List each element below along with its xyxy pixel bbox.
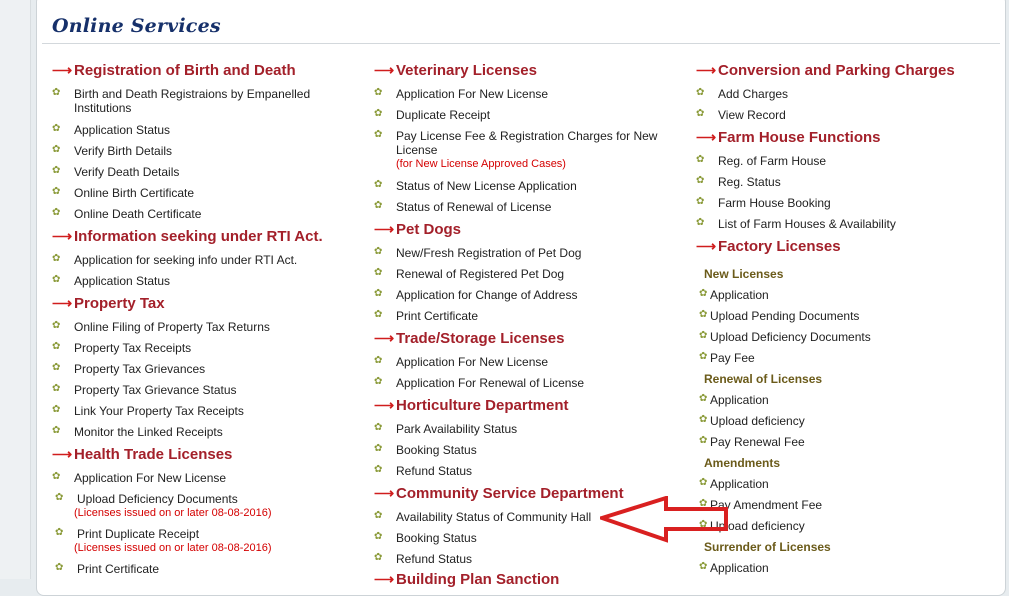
link-birth-death-empanelled[interactable]: Birth and Death Registraions by Empanell…	[52, 86, 310, 101]
link-amend-application[interactable]: Application	[699, 477, 769, 491]
subheading-new-licenses: New Licenses	[704, 267, 784, 281]
heading-conversion-parking[interactable]: ⟶ Conversion and Parking Charges	[696, 62, 955, 79]
link-farm-house-list[interactable]: List of Farm Houses & Availability	[696, 216, 896, 231]
arrow-icon: ⟶	[52, 62, 73, 78]
health-note-2: (Licenses issued on or later 08-08-2016)	[74, 542, 272, 554]
title-divider	[42, 43, 1000, 44]
arrow-icon: ⟶	[52, 446, 73, 462]
link-factory-pay-fee[interactable]: Pay Fee	[699, 351, 755, 365]
link-horti-booking-status[interactable]: Booking Status	[374, 442, 477, 457]
link-vet-pay-fee-cont[interactable]: License (for New License Approved Cases)	[396, 143, 566, 171]
arrow-icon: ⟶	[374, 571, 395, 587]
link-online-death-certificate[interactable]: Online Death Certificate	[52, 206, 201, 221]
link-park-availability[interactable]: Park Availability Status	[374, 421, 517, 436]
link-vet-new-status[interactable]: Status of New License Application	[374, 178, 577, 193]
link-renewal-application[interactable]: Application	[699, 393, 769, 407]
link-birth-death-empanelled-cont[interactable]: Institutions	[74, 101, 131, 115]
heading-farm-house[interactable]: ⟶ Farm House Functions	[696, 129, 881, 146]
link-community-refund-status[interactable]: Refund Status	[374, 551, 472, 566]
link-rti-application[interactable]: Application for seeking info under RTI A…	[52, 252, 297, 267]
link-verify-birth-details[interactable]: Verify Birth Details	[52, 143, 172, 158]
arrow-icon: ⟶	[696, 238, 717, 254]
link-pet-registration[interactable]: New/Fresh Registration of Pet Dog	[374, 245, 581, 260]
arrow-icon: ⟶	[696, 62, 717, 78]
subheading-amendments: Amendments	[704, 456, 781, 470]
link-farm-house-booking[interactable]: Farm House Booking	[696, 195, 831, 210]
arrow-icon: ⟶	[52, 295, 73, 311]
page-title: Online Services	[52, 15, 221, 37]
arrow-icon: ⟶	[374, 397, 395, 413]
link-property-tax-grievance-status[interactable]: Property Tax Grievance Status	[52, 382, 236, 397]
heading-health-trade[interactable]: ⟶ Health Trade Licenses	[52, 446, 232, 463]
subheading-renewal-licenses: Renewal of Licenses	[704, 372, 823, 386]
link-vet-duplicate-receipt[interactable]: Duplicate Receipt	[374, 107, 490, 122]
link-trade-new-license[interactable]: Application For New License	[374, 354, 548, 369]
link-health-print-certificate[interactable]: Print Certificate	[55, 561, 159, 576]
link-vet-renewal-status[interactable]: Status of Renewal of License	[374, 199, 551, 214]
link-birth-application-status[interactable]: Application Status	[52, 122, 170, 137]
link-verify-death-details[interactable]: Verify Death Details	[52, 164, 179, 179]
link-reg-status[interactable]: Reg. Status	[696, 174, 781, 189]
health-note-1: (Licenses issued on or later 08-08-2016)	[74, 507, 272, 519]
link-pet-change-address[interactable]: Application for Change of Address	[374, 287, 578, 302]
link-community-hall-availability[interactable]: Availability Status of Community Hall	[374, 509, 591, 524]
heading-birth-death[interactable]: ⟶ Registration of Birth and Death	[52, 62, 296, 79]
link-factory-upload-pending[interactable]: Upload Pending Documents	[699, 309, 859, 323]
link-view-record[interactable]: View Record	[696, 107, 786, 122]
link-monitor-receipts[interactable]: Monitor the Linked Receipts	[52, 424, 223, 439]
link-factory-new-application[interactable]: Application	[699, 288, 769, 302]
link-pet-renewal[interactable]: Renewal of Registered Pet Dog	[374, 266, 564, 281]
arrow-icon: ⟶	[696, 129, 717, 145]
link-factory-upload-deficiency[interactable]: Upload Deficiency Documents	[699, 330, 871, 344]
link-horti-refund-status[interactable]: Refund Status	[374, 463, 472, 478]
vet-note: (for New License Approved Cases)	[396, 158, 566, 170]
heading-trade-storage[interactable]: ⟶ Trade/Storage Licenses	[374, 330, 564, 347]
link-rti-status[interactable]: Application Status	[52, 273, 170, 288]
link-property-tax-returns[interactable]: Online Filing of Property Tax Returns	[52, 319, 270, 334]
heading-pet-dogs[interactable]: ⟶ Pet Dogs	[374, 221, 461, 238]
link-add-charges[interactable]: Add Charges	[696, 86, 788, 101]
heading-factory-licenses[interactable]: ⟶ Factory Licenses	[696, 238, 841, 255]
arrow-icon: ⟶	[374, 330, 395, 346]
link-reg-farm-house[interactable]: Reg. of Farm House	[696, 153, 826, 168]
link-health-duplicate-receipt[interactable]: Print Duplicate Receipt(Licenses issued …	[55, 526, 272, 555]
heading-veterinary[interactable]: ⟶ Veterinary Licenses	[374, 62, 537, 79]
heading-rti[interactable]: ⟶ Information seeking under RTI Act.	[52, 228, 323, 245]
link-pet-print-certificate[interactable]: Print Certificate	[374, 308, 478, 323]
annotation-arrow-icon	[600, 496, 728, 543]
link-renewal-pay-fee[interactable]: Pay Renewal Fee	[699, 435, 805, 449]
link-online-birth-certificate[interactable]: Online Birth Certificate	[52, 185, 194, 200]
heading-property-tax[interactable]: ⟶ Property Tax	[52, 295, 165, 312]
link-property-tax-grievances[interactable]: Property Tax Grievances	[52, 361, 205, 376]
link-trade-renewal[interactable]: Application For Renewal of License	[374, 375, 584, 390]
link-surrender-application[interactable]: Application	[699, 561, 769, 575]
link-health-new-license[interactable]: Application For New License	[52, 470, 226, 485]
link-property-tax-receipts[interactable]: Property Tax Receipts	[52, 340, 191, 355]
arrow-icon: ⟶	[52, 228, 73, 244]
link-renewal-upload-deficiency[interactable]: Upload deficiency	[699, 414, 805, 428]
link-vet-new-license[interactable]: Application For New License	[374, 86, 548, 101]
arrow-icon: ⟶	[374, 485, 395, 501]
heading-community-service[interactable]: ⟶ Community Service Department	[374, 485, 624, 502]
heading-building-plan[interactable]: ⟶ Building Plan Sanction	[374, 571, 559, 588]
link-vet-pay-fee[interactable]: Pay License Fee & Registration Charges f…	[374, 128, 658, 143]
link-health-upload-deficiency[interactable]: Upload Deficiency Documents(Licenses iss…	[55, 491, 272, 520]
arrow-icon: ⟶	[374, 62, 395, 78]
link-link-receipts[interactable]: Link Your Property Tax Receipts	[52, 403, 244, 418]
left-sidebar-strip	[0, 0, 31, 579]
heading-horticulture[interactable]: ⟶ Horticulture Department	[374, 397, 569, 414]
arrow-icon: ⟶	[374, 221, 395, 237]
link-community-booking-status[interactable]: Booking Status	[374, 530, 477, 545]
